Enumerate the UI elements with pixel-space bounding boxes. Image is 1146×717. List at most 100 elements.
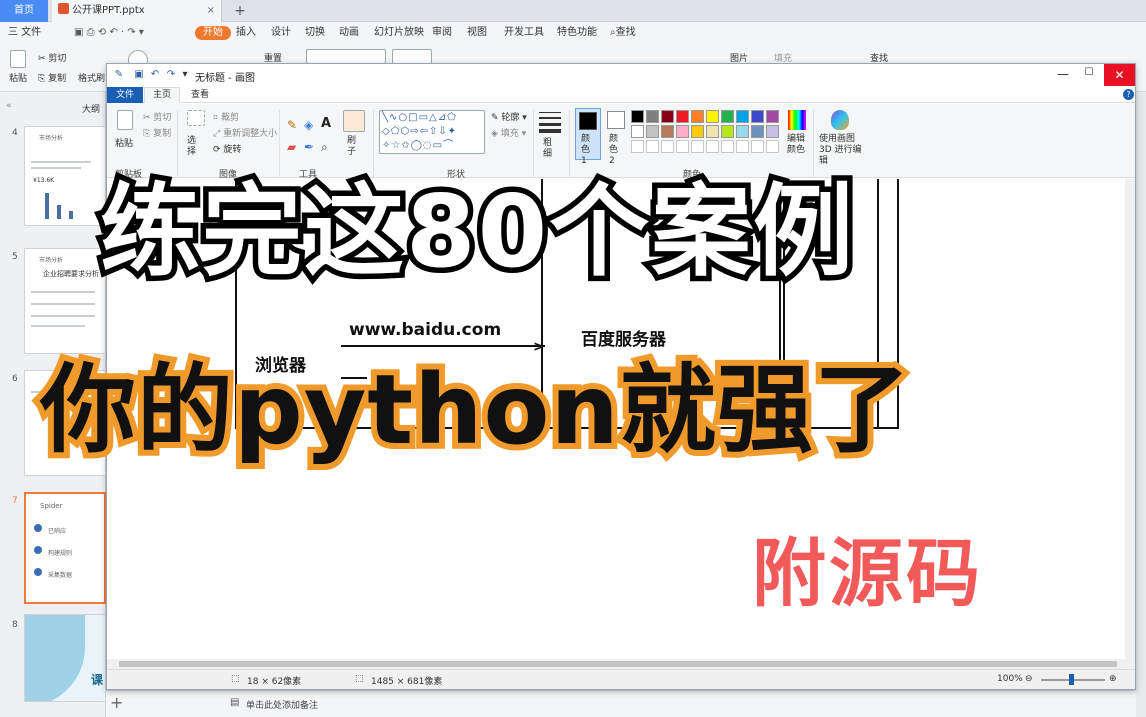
tab-document[interactable]: 公开课PPT.pptx × [52, 0, 222, 22]
quick-access-icons[interactable]: ▣ ⎙ ⟲ ↶ · ↷ ▾ [74, 26, 144, 40]
slide-thumbnail-7[interactable]: Spider 已响应 构建规则 采集数据 [24, 492, 106, 604]
close-tab-icon[interactable]: × [207, 0, 215, 22]
menu-view[interactable]: 视图 [467, 26, 487, 40]
custom-color-swatch[interactable] [676, 140, 689, 153]
menu-slideshow[interactable]: 幻灯片放映 [374, 26, 424, 40]
zoom-in-button[interactable]: ⊕ [1109, 674, 1117, 684]
font-select[interactable] [306, 49, 386, 64]
menu-insert[interactable]: 插入 [236, 26, 256, 40]
tab-view[interactable]: 查看 [191, 87, 209, 103]
shapes-gallery[interactable]: ╲∿○□▭△⊿⬠ ◇⬠⬡⇨⇦⇧⇩✦ ✧☆✩◯◌▭⌒ [379, 110, 485, 154]
paste-icon[interactable] [10, 50, 26, 68]
fill-button[interactable]: ◈ 填充 ▾ [491, 126, 526, 139]
cut-button[interactable]: ✂ 剪切 [143, 110, 171, 123]
vertical-scrollbar[interactable] [1125, 179, 1135, 659]
custom-color-swatch[interactable] [736, 140, 749, 153]
new-tab-button[interactable]: + [232, 0, 248, 22]
close-button[interactable]: ✕ [1104, 64, 1135, 86]
undo-icon[interactable]: ↶ [149, 69, 161, 81]
color-swatch[interactable] [631, 125, 644, 138]
custom-color-swatch[interactable] [706, 140, 719, 153]
color-swatch[interactable] [646, 125, 659, 138]
help-icon[interactable]: ? [1123, 89, 1134, 100]
redo-icon[interactable]: ↷ [165, 69, 177, 81]
menu-transition[interactable]: 切换 [305, 26, 325, 40]
tab-file[interactable]: 文件 [107, 87, 143, 103]
minimize-button[interactable]: — [1053, 67, 1073, 83]
fill-bucket-icon[interactable]: ◈ [304, 118, 313, 132]
pencil-icon[interactable]: ✎ [287, 118, 297, 132]
color-swatch[interactable] [706, 110, 719, 123]
menu-design[interactable]: 设计 [271, 26, 291, 40]
paste-button[interactable]: 粘贴 [9, 71, 27, 84]
menu-start[interactable]: 开始 [195, 26, 231, 40]
outline-tab[interactable]: 大纲 [82, 102, 100, 115]
color-swatch[interactable] [676, 110, 689, 123]
color-swatch[interactable] [721, 125, 734, 138]
menu-review[interactable]: 审阅 [432, 26, 452, 40]
color-swatch[interactable] [631, 110, 644, 123]
select-icon[interactable] [187, 110, 205, 126]
color-swatch[interactable] [661, 125, 674, 138]
menu-animation[interactable]: 动画 [339, 26, 359, 40]
save-icon[interactable]: ▣ [133, 69, 145, 81]
tab-home[interactable]: 主页 [144, 87, 180, 103]
select-button[interactable]: 选择 [187, 136, 201, 158]
notes-placeholder[interactable]: 单击此处添加备注 [246, 698, 318, 711]
slide-thumbnail-4[interactable]: 市场分析 ¥13.6K [24, 126, 106, 226]
edit-colors-button[interactable]: 编辑颜色 [787, 134, 807, 156]
slide-thumbnail-8[interactable]: 课 [24, 614, 106, 702]
custom-color-swatch[interactable] [751, 140, 764, 153]
color-swatch[interactable] [721, 110, 734, 123]
collapse-panel-icon[interactable]: « [6, 101, 12, 111]
outline-button[interactable]: ✎ 轮廓 ▾ [491, 110, 527, 123]
copy-button[interactable]: ⎘ 复制 [38, 71, 66, 84]
color-swatch[interactable] [736, 125, 749, 138]
color-swatch[interactable] [691, 125, 704, 138]
customize-qat-icon[interactable]: ▾ [179, 69, 191, 81]
menu-developer[interactable]: 开发工具 [504, 26, 544, 40]
font-size-select[interactable] [392, 49, 432, 64]
format-painter-button[interactable]: 格式刷 [78, 71, 105, 84]
color-swatch[interactable] [751, 110, 764, 123]
color2-swatch[interactable] [607, 111, 625, 129]
zoom-slider-thumb[interactable] [1069, 674, 1074, 685]
color-swatch[interactable] [751, 125, 764, 138]
color-swatch[interactable] [706, 125, 719, 138]
magnifier-icon[interactable]: ⌕ [321, 140, 328, 155]
add-slide-button[interactable]: + [110, 693, 123, 712]
color-swatch[interactable] [646, 110, 659, 123]
color-swatch[interactable] [661, 110, 674, 123]
eraser-icon[interactable]: ▰ [287, 140, 296, 154]
color-swatch[interactable] [766, 125, 779, 138]
text-tool-icon[interactable]: A [321, 116, 331, 131]
paste-button[interactable]: 粘贴 [115, 136, 133, 149]
edit-colors-icon[interactable] [788, 110, 806, 130]
tab-home[interactable]: 首页 [0, 0, 48, 22]
slide-thumbnail-5[interactable]: 市场分析 企业招聘要求分析 [24, 248, 106, 354]
brush-icon[interactable] [343, 110, 365, 132]
search-menu[interactable]: ⌕查找 [610, 26, 636, 40]
color-swatch[interactable] [691, 110, 704, 123]
size-button[interactable]: 粗细 [543, 138, 557, 160]
cut-button[interactable]: ✂ 剪切 [38, 51, 66, 64]
copy-button[interactable]: ⎘ 复制 [143, 126, 171, 139]
color-swatch[interactable] [766, 110, 779, 123]
color-picker-icon[interactable]: ✒ [304, 140, 314, 154]
brush-button[interactable]: 刷子 [347, 136, 361, 158]
color-swatch[interactable] [676, 125, 689, 138]
custom-color-swatch[interactable] [721, 140, 734, 153]
crop-button[interactable]: ⌗ 裁剪 [213, 110, 239, 123]
file-menu[interactable]: 三 文件 [8, 26, 41, 40]
horizontal-scroll-thumb[interactable] [119, 661, 1117, 667]
custom-color-swatch[interactable] [631, 140, 644, 153]
custom-color-swatch[interactable] [646, 140, 659, 153]
color-swatch[interactable] [736, 110, 749, 123]
maximize-button[interactable]: ☐ [1079, 67, 1099, 83]
custom-color-swatch[interactable] [691, 140, 704, 153]
custom-color-swatch[interactable] [766, 140, 779, 153]
paste-icon[interactable] [117, 110, 133, 130]
paint3d-button[interactable]: 使用画图 3D 进行编辑 [819, 134, 863, 167]
zoom-out-button[interactable]: ⊖ [1025, 674, 1033, 684]
resize-button[interactable]: ⤢ 重新调整大小 [213, 126, 277, 139]
